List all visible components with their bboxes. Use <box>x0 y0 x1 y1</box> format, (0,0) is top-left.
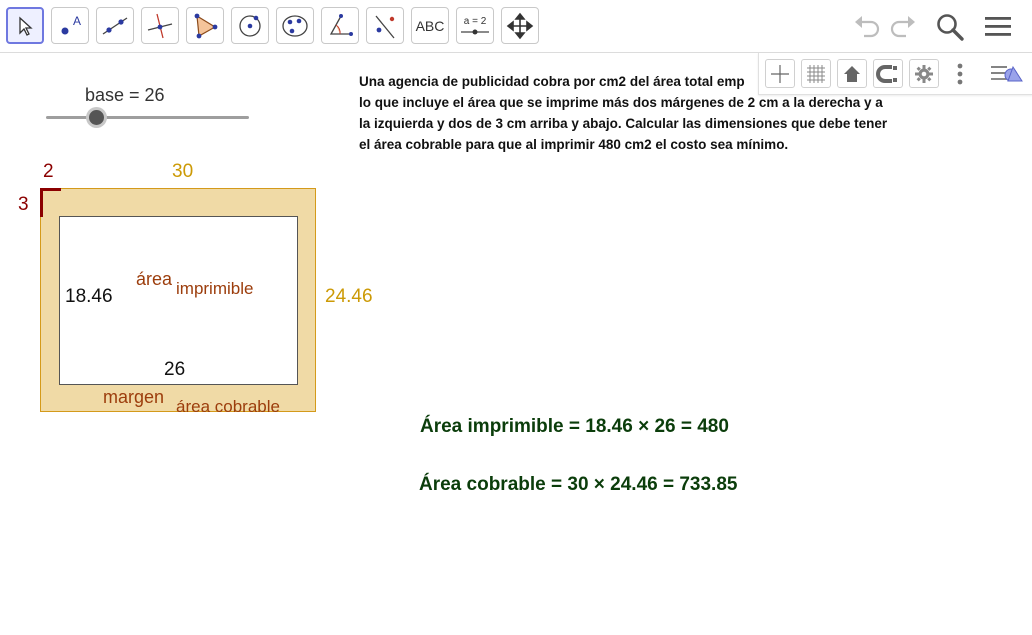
cursor-arrow-icon <box>19 16 33 36</box>
margin-label: margen <box>103 387 165 407</box>
slider-label: base = 26 <box>85 85 165 105</box>
undo-icon <box>855 16 880 38</box>
reflect-line-icon <box>375 15 395 38</box>
vertical-margin-label: 3 <box>18 194 29 215</box>
style-bar-icon <box>991 65 1023 82</box>
home-icon <box>844 65 860 82</box>
line-icon <box>102 16 128 35</box>
main-toolbar: A ABC a = 2 <box>0 0 1032 53</box>
outer-width-label: 30 <box>172 161 194 182</box>
outer-height-label: 24.46 <box>325 286 373 307</box>
gear-icon <box>915 64 933 83</box>
search-icon <box>937 14 964 41</box>
polygon-tool-button[interactable] <box>186 7 224 44</box>
circle-icon <box>239 14 261 37</box>
point-tool-letter: A <box>73 14 81 28</box>
toggle-grid-button[interactable] <box>801 59 831 88</box>
ellipse-icon <box>282 14 308 37</box>
redo-button[interactable] <box>887 10 919 42</box>
conic-tool-button[interactable] <box>276 7 314 44</box>
perpendicular-line-icon <box>147 13 173 38</box>
slider-knob[interactable] <box>89 110 104 125</box>
point-icon: A <box>61 14 81 34</box>
margin-indicator-vertical <box>40 188 43 217</box>
magnet-icon <box>876 64 897 83</box>
axes-icon <box>771 64 789 83</box>
slider-tool-caption: a = 2 <box>464 16 487 27</box>
text-tool-label: ABC <box>415 17 445 34</box>
inner-height-label: 18.46 <box>65 286 113 307</box>
billable-area-label: área cobrable <box>176 397 280 416</box>
horizontal-margin-label: 2 <box>43 161 54 182</box>
imprimible-label: imprimible <box>176 279 254 298</box>
standard-view-button[interactable] <box>837 59 867 88</box>
slider-icon: a = 2 <box>461 16 489 34</box>
line-tool-button[interactable] <box>96 7 134 44</box>
toggle-axes-button[interactable] <box>765 59 795 88</box>
slider-tool-button[interactable]: a = 2 <box>456 7 494 44</box>
problem-line: lo que incluye el área que se imprime má… <box>359 95 883 110</box>
text-tool-button[interactable]: ABC <box>411 7 449 44</box>
circle-tool-button[interactable] <box>231 7 269 44</box>
margin-indicator-horizontal <box>40 188 61 191</box>
point-tool-button[interactable]: A <box>51 7 89 44</box>
printable-area-equation: Área imprimible = 18.46 × 26 = 480 <box>420 416 729 437</box>
angle-tool-button[interactable] <box>321 7 359 44</box>
area-label: área <box>136 269 173 289</box>
main-menu-button[interactable] <box>982 10 1014 42</box>
billable-area-equation: Área cobrable = 30 × 24.46 = 733.85 <box>419 474 738 495</box>
inner-width-label: 26 <box>164 359 186 380</box>
graphics-settings-button[interactable] <box>909 59 939 88</box>
vertical-dots-icon <box>957 63 963 84</box>
angle-icon <box>329 13 353 36</box>
grid-icon <box>807 64 825 83</box>
search-button[interactable] <box>933 10 967 44</box>
point-capturing-button[interactable] <box>873 59 903 88</box>
hamburger-menu-icon <box>985 17 1011 36</box>
problem-line: el área cobrable para que al imprimir 48… <box>359 137 789 152</box>
move-graphics-view-button[interactable] <box>501 7 539 44</box>
polygon-icon <box>194 13 218 38</box>
move-tool-button[interactable] <box>6 7 44 44</box>
problem-line: la izquierda y dos de 3 cm arriba y abaj… <box>359 116 888 131</box>
redo-icon <box>890 16 915 38</box>
perpendicular-line-tool-button[interactable] <box>141 7 179 44</box>
move-arrows-icon <box>506 12 534 39</box>
graphics-style-bar <box>758 53 1032 95</box>
slider-track[interactable] <box>46 116 249 119</box>
reflect-tool-button[interactable] <box>366 7 404 44</box>
more-options-button[interactable] <box>951 59 969 88</box>
undo-button[interactable] <box>851 10 883 42</box>
toggle-style-bar-button[interactable] <box>987 58 1027 88</box>
